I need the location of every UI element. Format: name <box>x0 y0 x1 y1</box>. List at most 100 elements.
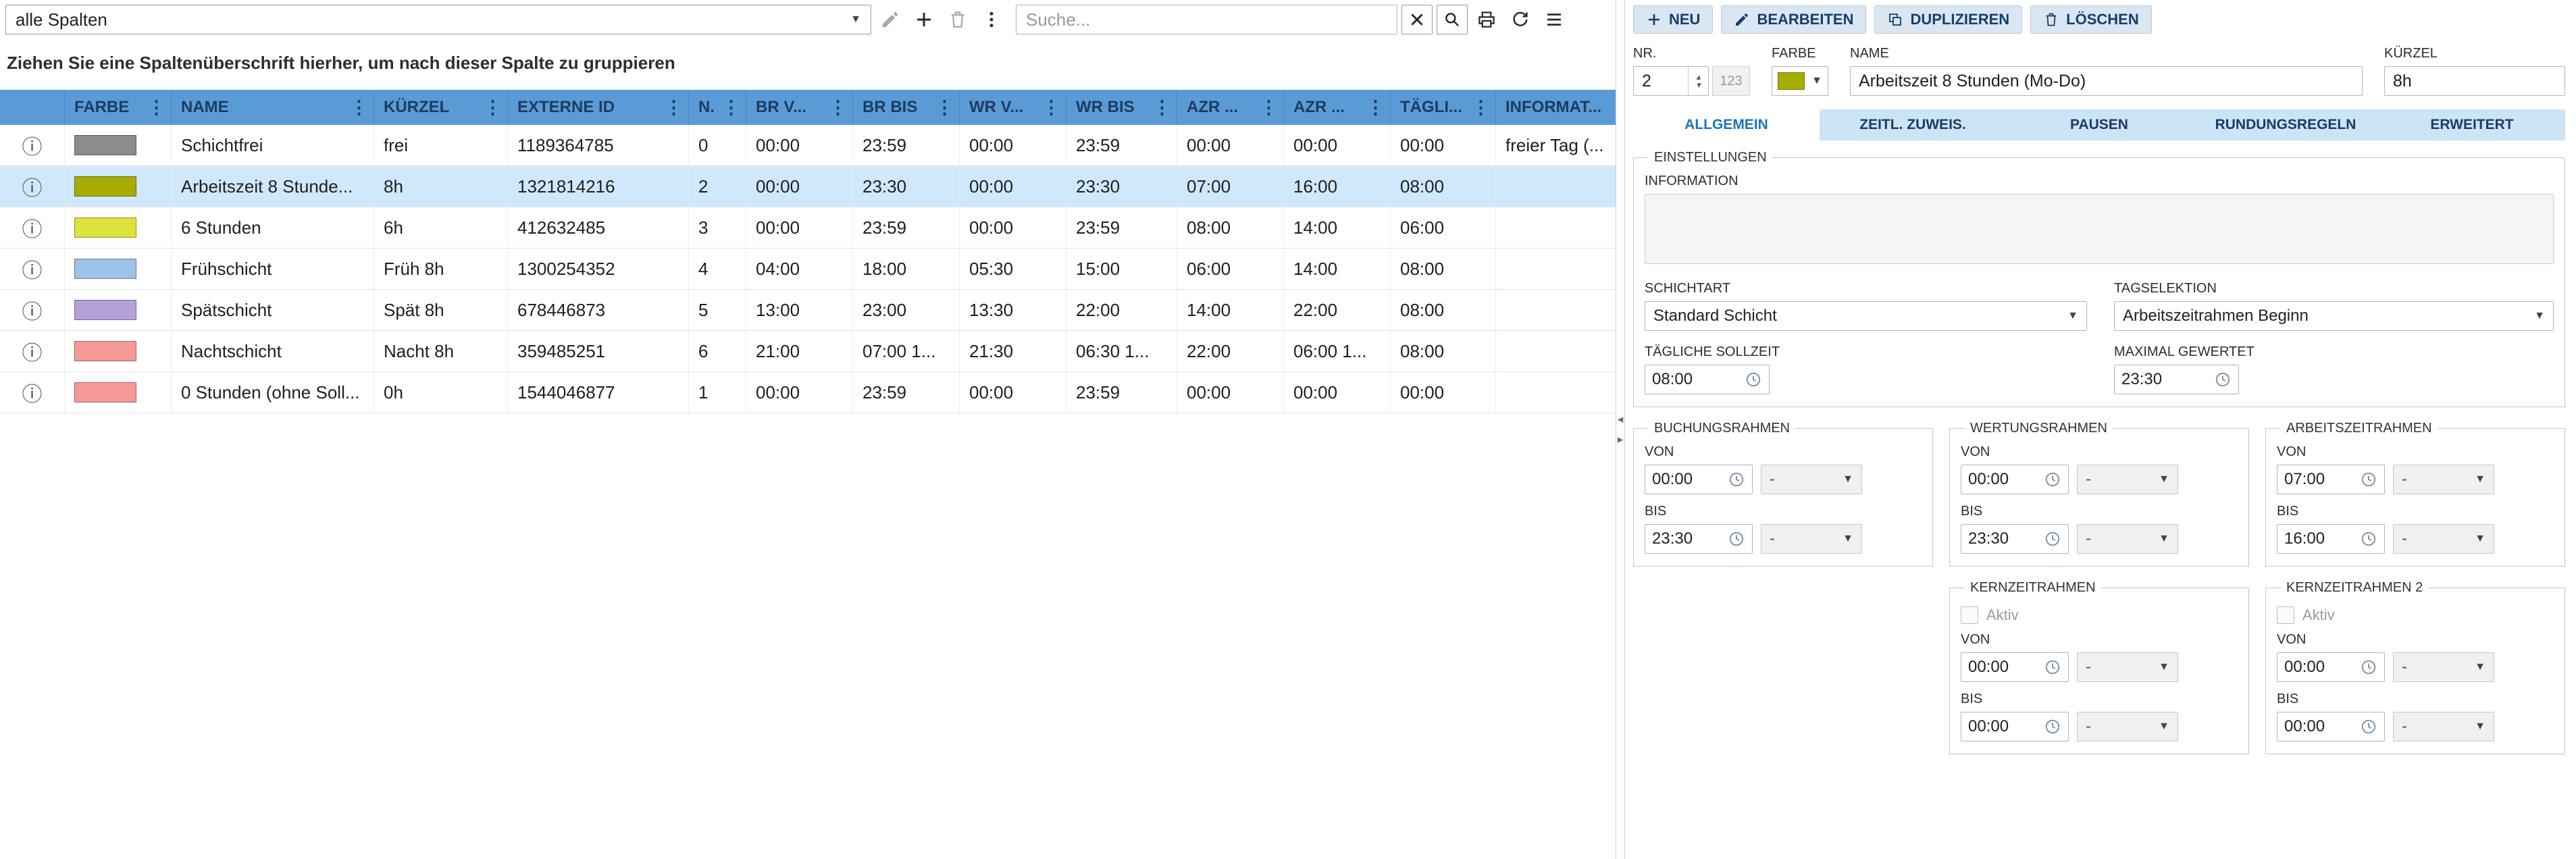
tab-erweitert[interactable]: ERWEITERT <box>2379 109 2565 140</box>
table-row[interactable]: ⓘ Schichtfrei frei 1189364785 0 00:00 23… <box>0 125 1616 166</box>
table-row[interactable]: ⓘ Nachtschicht Nacht 8h 359485251 6 21:0… <box>0 331 1616 372</box>
cell-externe-id: 1189364785 <box>508 125 689 165</box>
name-field[interactable] <box>1850 66 2363 96</box>
sollzeit-time-input[interactable]: 08:00 <box>1645 365 1770 394</box>
kuerzel-field[interactable] <box>2384 66 2565 96</box>
table-row[interactable]: ⓘ Spätschicht Spät 8h 678446873 5 13:00 … <box>0 290 1616 331</box>
wertung-bis-time-input[interactable]: 23:30 <box>1961 524 2069 554</box>
buchung-bis-time-input[interactable]: 23:30 <box>1645 524 1753 554</box>
tab-allgemein[interactable]: ALLGEMEIN <box>1633 109 1820 140</box>
maximal-time-input[interactable]: 23:30 <box>2114 365 2239 394</box>
schichtart-select[interactable]: Standard Schicht ▼ <box>1645 301 2087 331</box>
wertung-von-time-input[interactable]: 00:00 <box>1961 465 2069 494</box>
kern2-von-time-input[interactable]: 00:00 <box>2277 652 2385 682</box>
group-by-hint: Ziehen Sie eine Spaltenüberschrift hierh… <box>0 39 1616 90</box>
delete-button[interactable] <box>943 5 973 34</box>
aktiv-checkbox[interactable] <box>2277 606 2294 624</box>
cell-name: Spätschicht <box>172 290 374 330</box>
arbeitszeit-von-time-input[interactable]: 07:00 <box>2277 465 2385 494</box>
tab-rundungsregeln[interactable]: RUNDUNGSREGELN <box>2192 109 2379 140</box>
arbeitszeit-bis-time-input[interactable]: 16:00 <box>2277 524 2385 554</box>
columns-dropdown[interactable]: alle Spalten ▼ <box>5 5 871 34</box>
column-menu-icon[interactable]: ⋮ <box>1042 97 1060 118</box>
more-options-button[interactable] <box>977 5 1006 34</box>
color-dropdown[interactable]: ▼ <box>1772 66 1828 96</box>
duplicate-button[interactable]: DUPLIZIEREN <box>1874 5 2022 34</box>
column-menu-icon[interactable]: ⋮ <box>350 97 368 118</box>
collapse-left-icon[interactable]: ◂ <box>1618 413 1624 426</box>
menu-button[interactable] <box>1539 5 1569 34</box>
column-menu-icon[interactable]: ⋮ <box>1260 97 1278 118</box>
info-icon[interactable]: ⓘ <box>22 295 43 325</box>
table-row[interactable]: ⓘ 6 Stunden 6h 412632485 3 00:00 23:59 0… <box>0 207 1616 249</box>
column-menu-icon[interactable]: ⋮ <box>935 97 954 118</box>
column-menu-icon[interactable]: ⋮ <box>1366 97 1385 118</box>
delete-button[interactable]: LÖSCHEN <box>2030 5 2152 34</box>
info-icon[interactable]: ⓘ <box>22 172 43 201</box>
column-header-wr-von[interactable]: WR V...⋮ <box>960 90 1066 125</box>
kern-von-time-input[interactable]: 00:00 <box>1961 652 2069 682</box>
edit-button[interactable] <box>875 5 905 34</box>
column-header-azr-bis[interactable]: AZR ...⋮ <box>1284 90 1391 125</box>
column-header-azr-von[interactable]: AZR ...⋮ <box>1177 90 1284 125</box>
collapse-right-icon[interactable]: ▸ <box>1618 433 1624 446</box>
nr-stepper[interactable]: 2 ▴▾ <box>1633 66 1709 96</box>
cell-azr-bis: 14:00 <box>1284 207 1391 248</box>
column-header-externe-id[interactable]: EXTERNE ID⋮ <box>508 90 689 125</box>
chevron-down-icon: ▼ <box>1811 75 1822 87</box>
table-row[interactable]: ⓘ Frühschicht Früh 8h 1300254352 4 04:00… <box>0 249 1616 290</box>
tab-pausen[interactable]: PAUSEN <box>2006 109 2192 140</box>
info-icon[interactable]: ⓘ <box>22 213 43 242</box>
tab-zeitl-zuweis[interactable]: ZEITL. ZUWEIS. <box>1820 109 2006 140</box>
cell-kuerzel: 6h <box>374 207 508 248</box>
new-button[interactable]: NEU <box>1633 5 1713 34</box>
column-header-kuerzel[interactable]: KÜRZEL⋮ <box>374 90 508 125</box>
name-label: NAME <box>1850 46 2363 61</box>
edit-button[interactable]: BEARBEITEN <box>1721 5 1866 34</box>
column-menu-icon[interactable]: ⋮ <box>1472 97 1490 118</box>
tagselektion-select[interactable]: Arbeitszeitrahmen Beginn ▼ <box>2114 301 2554 331</box>
column-header-br-bis[interactable]: BR BIS⋮ <box>853 90 960 125</box>
column-menu-icon[interactable]: ⋮ <box>722 97 740 118</box>
cell-azr-von: 14:00 <box>1177 290 1284 330</box>
info-icon[interactable]: ⓘ <box>22 336 43 366</box>
clear-search-button[interactable] <box>1401 5 1433 34</box>
column-menu-icon[interactable]: ⋮ <box>484 97 502 118</box>
cell-br-von: 04:00 <box>746 249 853 289</box>
refresh-button[interactable] <box>1505 5 1535 34</box>
aktiv-checkbox[interactable] <box>1961 606 1978 624</box>
info-icon[interactable]: ⓘ <box>22 378 43 407</box>
buchung-von-time-input[interactable]: 00:00 <box>1645 465 1753 494</box>
cell-wr-bis: 06:30 1... <box>1066 331 1177 371</box>
kern-bis-time-input[interactable]: 00:00 <box>1961 712 2069 741</box>
column-menu-icon[interactable]: ⋮ <box>1153 97 1171 118</box>
print-button[interactable] <box>1472 5 1501 34</box>
search-button[interactable] <box>1437 5 1468 34</box>
cell-kuerzel: Nacht 8h <box>374 331 508 371</box>
column-header-information[interactable]: INFORMAT... <box>1496 90 1616 125</box>
cell-wr-bis: 15:00 <box>1066 249 1177 289</box>
information-textarea[interactable] <box>1645 194 2554 264</box>
info-icon[interactable]: ⓘ <box>22 254 43 284</box>
spinner-arrows-icon[interactable]: ▴▾ <box>1688 67 1708 95</box>
cell-information <box>1496 290 1616 330</box>
kern2-bis-time-input[interactable]: 00:00 <box>2277 712 2385 741</box>
column-header-n[interactable]: N.⋮ <box>689 90 746 125</box>
column-header-taeglich[interactable]: TÄGLI...⋮ <box>1391 90 1496 125</box>
numbering-button[interactable]: 123 <box>1712 66 1750 96</box>
column-header-name[interactable]: NAME⋮ <box>172 90 374 125</box>
info-icon[interactable]: ⓘ <box>22 130 43 160</box>
column-header-br-von[interactable]: BR V...⋮ <box>746 90 853 125</box>
table-row[interactable]: ⓘ 0 Stunden (ohne Soll... 0h 1544046877 … <box>0 372 1616 413</box>
table-row[interactable]: ⓘ Arbeitszeit 8 Stunde... 8h 1321814216 … <box>0 166 1616 207</box>
search-input[interactable] <box>1016 5 1397 34</box>
column-menu-icon[interactable]: ⋮ <box>829 97 847 118</box>
column-header-farbe[interactable]: FARBE⋮ <box>65 90 172 125</box>
add-button[interactable] <box>909 5 939 34</box>
cell-br-von: 00:00 <box>746 125 853 165</box>
column-header-wr-bis[interactable]: WR BIS⋮ <box>1066 90 1177 125</box>
pane-splitter[interactable]: ◂ ▸ <box>1616 0 1625 859</box>
column-menu-icon[interactable]: ⋮ <box>147 97 165 118</box>
column-menu-icon[interactable]: ⋮ <box>665 97 683 118</box>
cell-azr-bis: 00:00 <box>1284 125 1391 165</box>
